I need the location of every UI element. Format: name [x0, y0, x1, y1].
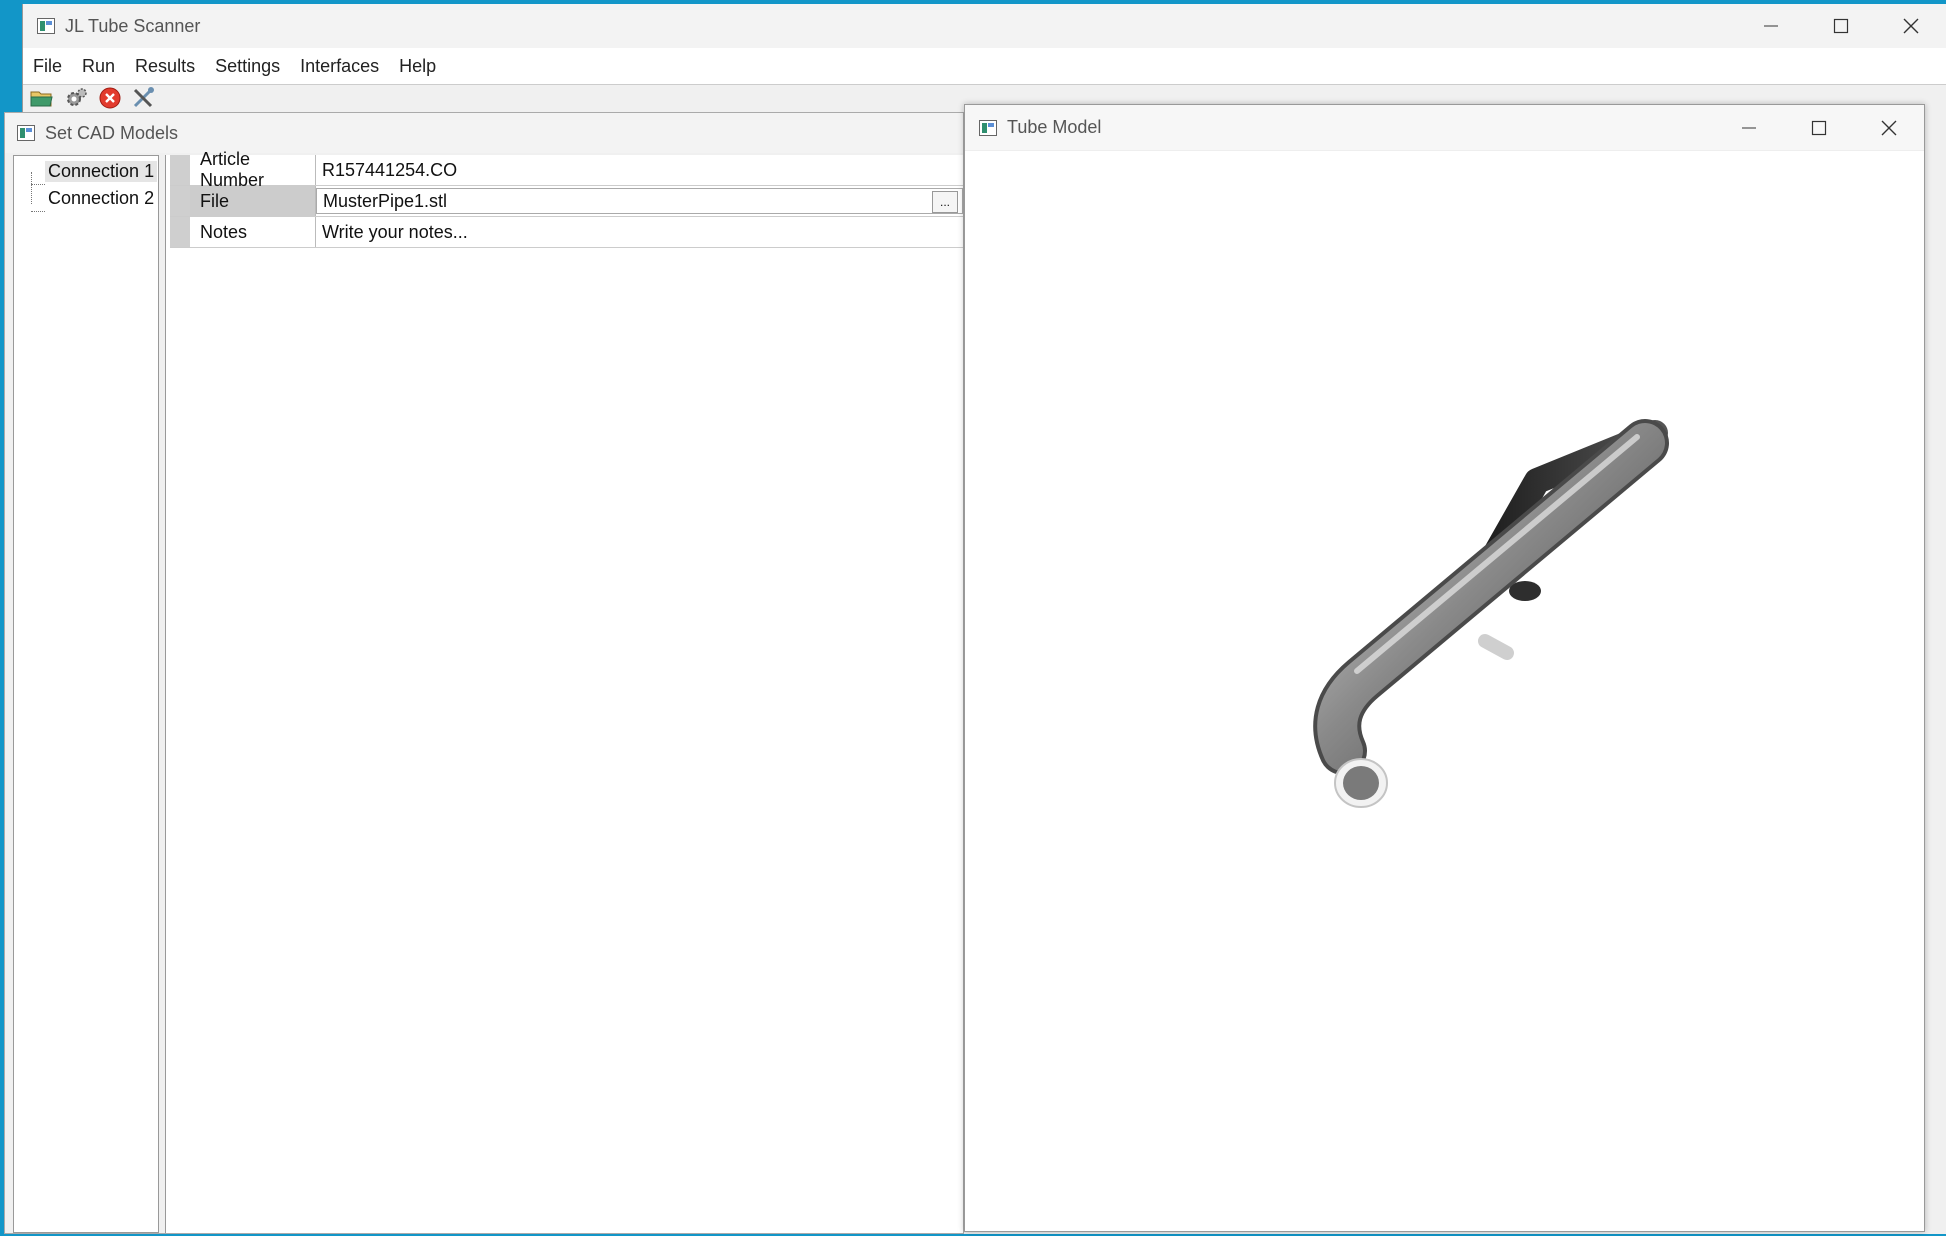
close-icon	[1881, 120, 1897, 135]
cad-dialog-titlebar[interactable]: Set CAD Models	[5, 113, 963, 153]
tube-maximize-button[interactable]	[1784, 105, 1854, 150]
settings-button[interactable]	[61, 85, 91, 111]
property-panel: Article Number R157441254.CO File Muster…	[165, 149, 963, 1233]
menu-bar: File Run Results Settings Interfaces Hel…	[23, 48, 1946, 85]
row-gutter	[170, 217, 190, 247]
menu-interfaces[interactable]: Interfaces	[290, 56, 389, 77]
tube-window-titlebar[interactable]: Tube Model	[965, 105, 1924, 151]
menu-help[interactable]: Help	[389, 56, 446, 77]
maximize-icon	[1811, 120, 1827, 135]
property-row-file: File MusterPipe1.stl ...	[170, 186, 963, 217]
minimize-icon	[1764, 25, 1778, 27]
settings-gears-icon	[67, 88, 87, 106]
minimize-icon	[1742, 127, 1756, 128]
property-row-article-number: Article Number R157441254.CO	[170, 149, 963, 190]
property-label: File	[190, 186, 316, 216]
main-titlebar[interactable]: JL Tube Scanner	[23, 4, 1946, 48]
main-window-controls	[1736, 4, 1946, 48]
tube-3d-model	[1313, 419, 1669, 808]
tube-3d-viewport[interactable]	[965, 151, 1924, 1231]
open-folder-icon	[30, 91, 53, 107]
menu-settings[interactable]: Settings	[205, 56, 290, 77]
maximize-icon	[1833, 18, 1849, 34]
file-input-value: MusterPipe1.stl	[323, 190, 448, 211]
tree-item-connection-2[interactable]: Connection 2	[14, 185, 158, 212]
property-row-notes: Notes Write your notes...	[170, 217, 963, 248]
cad-dialog-title: Set CAD Models	[45, 122, 179, 143]
close-button[interactable]	[1876, 4, 1946, 48]
tools-button[interactable]	[129, 85, 159, 111]
stop-icon	[99, 87, 121, 109]
tube-window-title: Tube Model	[1007, 117, 1102, 137]
tree-item-connection-1[interactable]: Connection 1	[14, 158, 158, 185]
connection-tree: Connection 1 Connection 2	[13, 155, 159, 1233]
property-label: Article Number	[190, 149, 316, 190]
tree-item-label: Connection 2	[48, 188, 155, 208]
row-gutter	[170, 186, 190, 216]
main-window-title: JL Tube Scanner	[65, 15, 201, 36]
menu-run[interactable]: Run	[72, 56, 125, 77]
menu-results[interactable]: Results	[125, 56, 205, 77]
property-label: Notes	[190, 217, 316, 247]
dialog-app-icon	[17, 125, 35, 141]
app-icon	[37, 18, 55, 34]
tube-minimize-button[interactable]	[1714, 105, 1784, 150]
tree-item-label: Connection 1	[45, 161, 158, 182]
close-icon	[1903, 18, 1919, 34]
tube-model-window: Tube Model	[964, 104, 1925, 1232]
tools-icon	[133, 87, 154, 108]
menu-file[interactable]: File	[23, 56, 72, 77]
notes-input[interactable]: Write your notes...	[316, 217, 963, 247]
row-gutter	[170, 155, 190, 185]
article-number-value[interactable]: R157441254.CO	[316, 155, 963, 185]
property-table: Article Number R157441254.CO File Muster…	[170, 149, 963, 248]
tube-window-app-icon	[979, 119, 997, 136]
file-input[interactable]: MusterPipe1.stl ...	[316, 188, 963, 214]
tube-close-button[interactable]	[1854, 105, 1924, 150]
maximize-button[interactable]	[1806, 4, 1876, 48]
browse-file-button[interactable]: ...	[932, 191, 958, 213]
minimize-button[interactable]	[1736, 4, 1806, 48]
open-folder-button[interactable]	[27, 85, 57, 111]
stop-button[interactable]	[95, 85, 125, 111]
set-cad-models-dialog: Set CAD Models Connection 1 Connection 2…	[4, 112, 964, 1234]
tube-window-controls	[1714, 105, 1924, 150]
